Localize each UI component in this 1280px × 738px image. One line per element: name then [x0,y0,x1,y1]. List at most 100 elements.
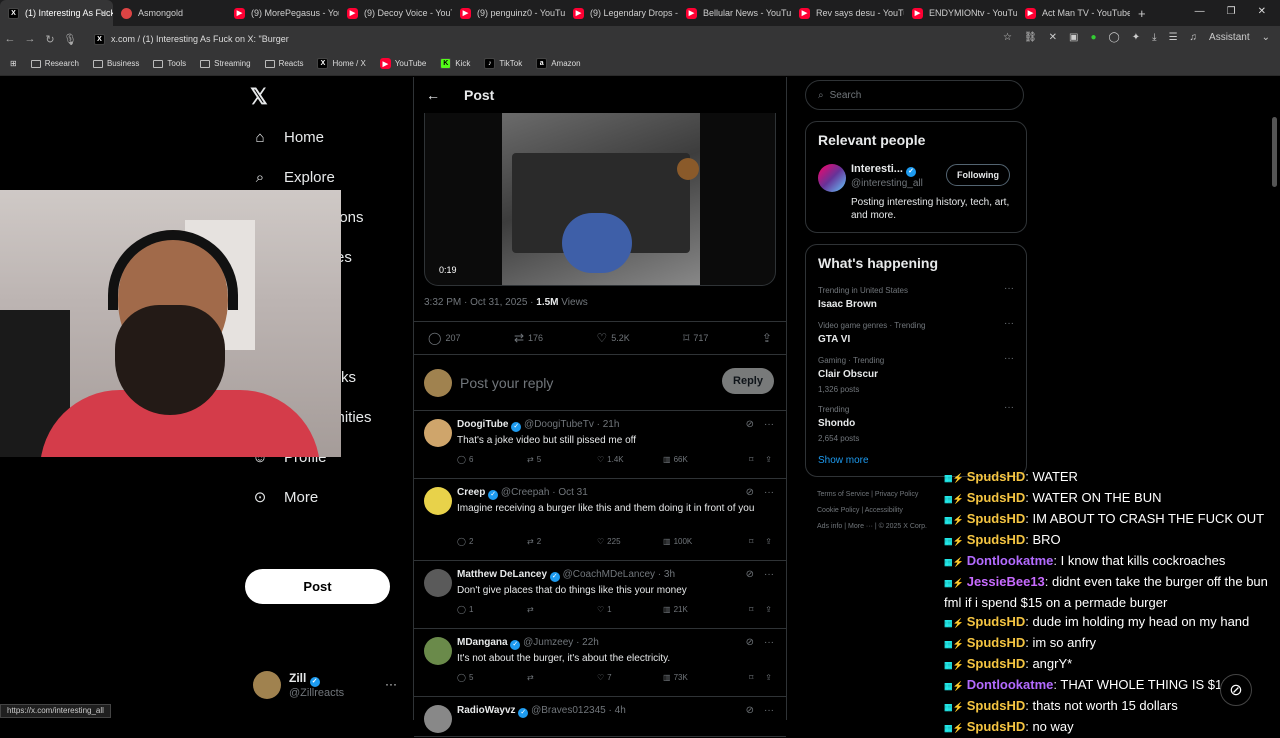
reply-likes-action[interactable]: ♡ 225 [597,537,663,546]
reply-action[interactable]: ◯ 207 [428,331,460,345]
browser-tab[interactable]: X(1) Interesting As Fuck on X✕ [0,0,113,26]
relevant-person[interactable]: Interesti... ✓ @interesting_all Followin… [818,160,1014,216]
trend-item[interactable]: Gaming · Trending Clair Obscur 1,326 posts… [818,353,1014,402]
chat-username[interactable]: SpudsHD [967,698,1026,713]
reply-author[interactable]: RadioWayvz [457,705,516,716]
search-input[interactable]: ⌕ Search [805,80,1024,110]
browser-tab[interactable]: ▶ Rev says desu - YouTube [791,0,904,26]
share-icon[interactable]: ⇪ [765,537,772,546]
trend-item[interactable]: Trending Shondo 2,654 posts ··· [818,402,1014,451]
bookmark-item[interactable]: ▶ YouTube [379,58,426,69]
grok-icon[interactable]: ⊘ [746,569,754,580]
chat-username[interactable]: SpudsHD [967,635,1026,650]
more-dots-icon[interactable]: ··· [764,419,774,430]
grok-icon[interactable]: ⊘ [1220,674,1252,706]
new-tab-icon[interactable]: + [1130,6,1154,21]
more-dots-icon[interactable]: ··· [1004,283,1014,294]
reload-icon[interactable]: ↻ [40,33,60,46]
microphone-icon[interactable]: 🎙 [60,33,80,46]
close-tab-icon[interactable]: ✕ [99,8,107,19]
chevron-down-icon[interactable]: ⌄ [1262,32,1270,43]
reply-post[interactable]: DoogiTube ✓ @DoogiTubeTv · 21h ⊘ ··· That's… [414,411,786,479]
more-dots-icon[interactable]: ··· [1004,353,1014,364]
video-player[interactable]: 0:19 [424,113,776,286]
more-dots-icon[interactable]: ··· [764,637,774,648]
reply-input[interactable]: Post your reply [460,375,553,391]
bookmark-item[interactable]: Reacts [264,59,303,68]
following-button[interactable]: Following [946,164,1010,186]
extension-x-icon[interactable]: ✕ [1049,32,1057,43]
reply-views-action[interactable]: ▥ 66K [663,455,739,464]
bookmark-icon[interactable]: ⌑ [749,673,753,682]
reply-handle[interactable]: @Jumzeey [523,637,573,648]
reply-author[interactable]: Matthew DeLancey [457,569,547,580]
footer-link[interactable]: © 2025 X Corp. [879,523,927,530]
reply-likes-action[interactable]: ♡ 7 [597,673,663,682]
browser-tab[interactable]: ▶ (9) penguinz0 - YouTube [452,0,565,26]
post-timestamp[interactable]: 3:32 PM · Oct 31, 2025 · [424,297,536,308]
browser-tab[interactable]: ▶ Bellular News - YouTube [678,0,791,26]
more-dots-icon[interactable]: ··· [764,487,774,498]
reply-button[interactable]: Reply [722,368,774,394]
reply-post[interactable]: Matthew DeLancey ✓ @CoachMDeLancey · 3h ⊘… [414,561,786,629]
extension-green-icon[interactable]: ● [1091,32,1097,43]
chat-username[interactable]: SpudsHD [967,719,1026,734]
reply-replies-action[interactable]: ◯ 2 [457,537,527,546]
audio-icon[interactable]: ♫ [1190,32,1198,43]
chat-icon[interactable]: ◯ [1109,32,1120,43]
browser-tab[interactable]: ▶ (9) Decoy Voice - YouTube [339,0,452,26]
reply-author[interactable]: Creep [457,487,485,498]
apps-icon[interactable]: ⊞ [10,59,17,68]
forward-icon[interactable]: → [20,33,40,45]
reply-views-action[interactable]: ▥ 21K [663,605,739,614]
bookmark-action[interactable]: ⌑ 717 [683,331,708,345]
footer-link[interactable]: Terms of Service [817,491,869,498]
account-switcher[interactable]: Zill ✓ @Zillreacts ··· [253,671,397,699]
maximize-icon[interactable]: ❐ [1227,6,1236,17]
trend-item[interactable]: Video game genres · Trending GTA VI ··· [818,318,1014,353]
more-dots-icon[interactable]: ··· [385,677,397,691]
back-icon[interactable]: ← [0,33,20,45]
reply-handle[interactable]: @DoogiTubeTv [524,419,594,430]
reply-reposts-action[interactable]: ⇄ 5 [527,455,597,464]
more-dots-icon[interactable]: ··· [764,569,774,580]
reply-replies-action[interactable]: ◯ 5 [457,673,527,682]
footer-link[interactable]: Privacy Policy [875,491,919,498]
assistant-button[interactable]: Assistant [1209,32,1250,43]
extension-icon[interactable]: ▣ [1069,32,1078,43]
browser-tab[interactable]: ▶ Act Man TV - YouTube [1017,0,1130,26]
more-dots-icon[interactable]: ··· [1004,318,1014,329]
chat-username[interactable]: SpudsHD [967,469,1026,484]
reply-handle[interactable]: @CoachMDeLancey [563,569,655,580]
bookmark-item[interactable]: Streaming [200,59,251,68]
nav-home[interactable]: ⌂ Home [250,117,410,157]
reply-time[interactable]: · 3h [658,569,675,580]
url-field[interactable]: X x.com / (1) Interesting As Fuck on X: … [94,33,289,45]
reply-post[interactable]: RadioWayvz ✓ @Braves012345 · 4h ⊘ ··· [414,697,786,737]
close-window-icon[interactable]: ✕ [1258,6,1266,17]
grok-icon[interactable]: ⊘ [746,419,754,430]
bookmark-icon[interactable]: ⌑ [749,605,753,614]
bookmark-icon[interactable]: ⌑ [749,455,753,464]
reply-handle[interactable]: @Creepah [501,487,550,498]
reply-handle[interactable]: @Braves012345 [531,705,606,716]
browser-tab[interactable]: Asmongold [113,0,226,26]
bookmark-item[interactable]: Research [30,59,79,68]
bookmark-item[interactable]: X Home / X [317,58,366,69]
star-icon[interactable]: ☆ [1003,32,1012,43]
menu-icon[interactable]: ☰ [1169,32,1178,43]
post-button[interactable]: Post [245,569,390,604]
bookmark-item[interactable]: Business [92,59,139,68]
bookmark-item[interactable]: a Amazon [536,58,581,69]
chat-username[interactable]: SpudsHD [967,532,1026,547]
more-dots-icon[interactable]: ··· [1004,402,1014,413]
chat-username[interactable]: Dontlookatme [967,553,1054,568]
bookmark-item[interactable]: Tools [153,59,186,68]
reply-views-action[interactable]: ▥ 100K [663,537,739,546]
bookmark-icon[interactable]: ⌑ [749,537,753,546]
more-dots-icon[interactable]: ··· [764,705,774,716]
reply-reposts-action[interactable]: ⇄ [527,605,597,614]
reply-views-action[interactable]: ▥ 73K [663,673,739,682]
reply-replies-action[interactable]: ◯ 1 [457,605,527,614]
download-icon[interactable]: ⤓ [1152,32,1156,43]
